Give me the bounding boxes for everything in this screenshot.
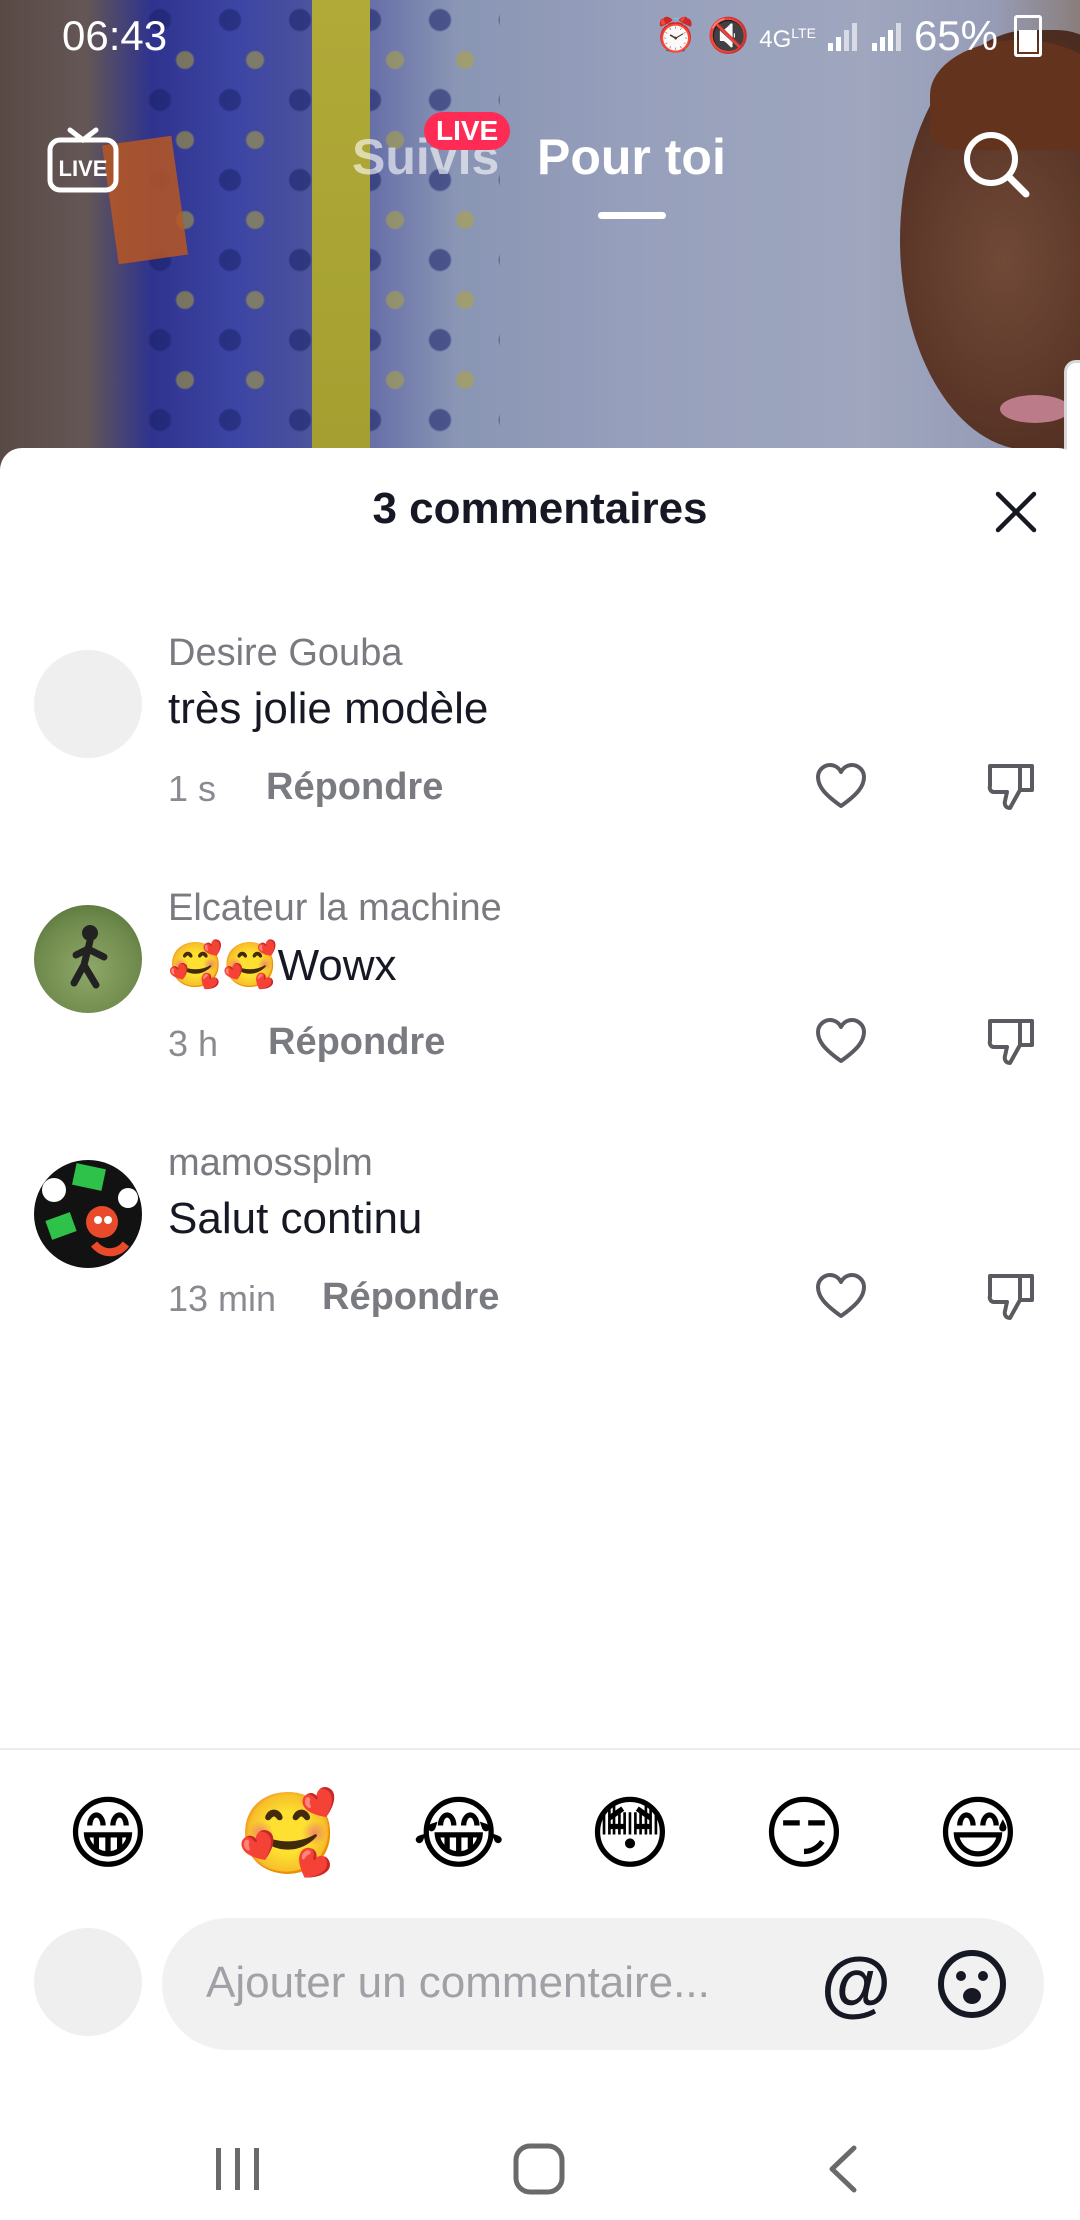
status-icons: ⏰ 🔇 4GLTE 65% bbox=[655, 12, 1042, 60]
battery-icon bbox=[1014, 15, 1042, 57]
close-icon[interactable] bbox=[990, 486, 1042, 538]
emoji-love-button[interactable]: 🥰 bbox=[238, 1790, 338, 1878]
heart-icon[interactable] bbox=[814, 760, 868, 814]
comment-text: très jolie modèle bbox=[168, 684, 489, 733]
signal-icon-2 bbox=[871, 23, 901, 51]
live-badge: LIVE bbox=[424, 112, 511, 150]
comment-time: 1 s bbox=[168, 768, 217, 809]
signal-icon bbox=[827, 23, 857, 51]
tab-for-you[interactable]: Pour toi bbox=[537, 128, 726, 186]
system-nav-bar bbox=[0, 2100, 1080, 2220]
emoji-grin-button[interactable]: 😁 bbox=[64, 1790, 152, 1878]
avatar[interactable] bbox=[34, 1160, 142, 1268]
comment-time: 3 h bbox=[168, 1023, 219, 1064]
active-tab-indicator bbox=[598, 212, 666, 219]
my-avatar bbox=[34, 1928, 142, 2036]
home-icon[interactable] bbox=[512, 2142, 566, 2196]
status-bar: 06:43 ⏰ 🔇 4GLTE 65% bbox=[0, 0, 1080, 72]
comments-title: 3 commentaires bbox=[372, 484, 708, 533]
recents-icon[interactable] bbox=[212, 2144, 264, 2194]
comment-input[interactable]: Ajouter un commentaire... @ bbox=[162, 1918, 1044, 2050]
comment-text: 🥰🥰Wowx bbox=[168, 941, 397, 990]
avatar[interactable] bbox=[34, 905, 142, 1013]
avatar-graphic bbox=[42, 1163, 138, 1257]
heart-icon[interactable] bbox=[814, 1015, 868, 1069]
emoji-smirk-button[interactable]: 😏 bbox=[760, 1790, 848, 1878]
reply-button[interactable]: Répondre bbox=[266, 766, 443, 809]
live-tv-icon[interactable]: LIVE bbox=[46, 122, 120, 196]
emoji-flushed-button[interactable]: 😳 bbox=[586, 1790, 674, 1878]
reply-button[interactable]: Répondre bbox=[268, 1021, 445, 1064]
comment-username[interactable]: Elcateur la machine bbox=[168, 887, 502, 930]
comment-input-placeholder: Ajouter un commentaire... bbox=[206, 1958, 710, 2007]
reply-button[interactable]: Répondre bbox=[322, 1276, 499, 1319]
back-icon[interactable] bbox=[822, 2142, 862, 2196]
comment-username[interactable]: Desire Gouba bbox=[168, 632, 402, 675]
comment-time: 13 min bbox=[168, 1278, 277, 1319]
comment-item: Desire Gouba très jolie modèle 1 s Répon… bbox=[0, 618, 1080, 858]
emoji-picker-icon[interactable] bbox=[936, 1948, 1008, 2020]
heart-icon[interactable] bbox=[814, 1270, 868, 1324]
avatar[interactable] bbox=[34, 650, 142, 758]
dislike-icon[interactable] bbox=[984, 1015, 1038, 1069]
comment-item: Elcateur la machine 🥰🥰Wowx 3 h Répondre bbox=[0, 873, 1080, 1113]
emoji-quick-bar: 😁 🥰 😂 😳 😏 😅 bbox=[0, 1790, 1080, 1890]
svg-text:LIVE: LIVE bbox=[59, 156, 108, 181]
dislike-icon[interactable] bbox=[984, 1270, 1038, 1324]
emoji-divider bbox=[0, 1748, 1080, 1750]
battery-percent: 65% bbox=[913, 12, 998, 59]
comment-text: Salut continu bbox=[168, 1194, 423, 1243]
alarm-icon: ⏰ bbox=[654, 17, 697, 55]
person-figure bbox=[70, 925, 108, 989]
search-icon[interactable] bbox=[960, 128, 1032, 200]
emoji-sweat-smile-button[interactable]: 😅 bbox=[934, 1790, 1022, 1878]
network-type: 4GLTE bbox=[759, 24, 816, 53]
comment-item: mamossplm Salut continu 13 min Répondre bbox=[0, 1128, 1080, 1368]
mute-icon: 🔇 bbox=[706, 17, 750, 55]
dislike-icon[interactable] bbox=[984, 760, 1038, 814]
comment-username[interactable]: mamossplm bbox=[168, 1142, 373, 1185]
emoji-laugh-button[interactable]: 😂 bbox=[412, 1790, 505, 1878]
mention-button[interactable]: @ bbox=[818, 1946, 894, 2022]
status-time: 06:43 bbox=[62, 12, 168, 59]
